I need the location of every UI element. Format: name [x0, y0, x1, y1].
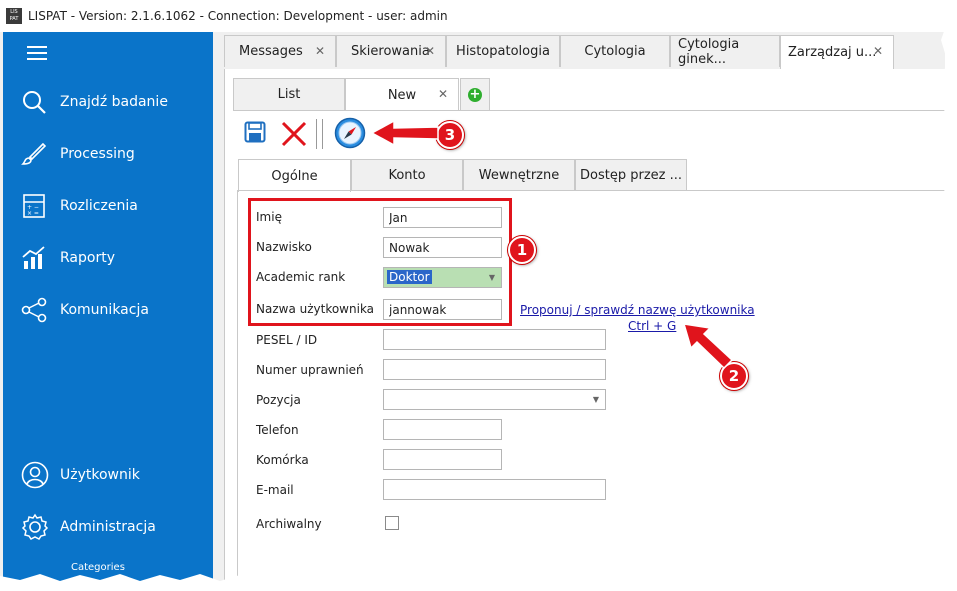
compass-icon[interactable]	[334, 117, 366, 149]
sidebar-item-label: Użytkownik	[60, 467, 140, 483]
tab-new[interactable]: New ✕	[345, 78, 459, 111]
toolbar-separator	[322, 119, 323, 149]
title-bar: LIS PAT LISPAT - Version: 2.1.6.1062 - C…	[0, 0, 945, 32]
close-icon[interactable]: ✕	[315, 44, 325, 58]
pesel-label: PESEL / ID	[256, 333, 318, 347]
sidebar-item-label: Administracja	[60, 519, 156, 535]
tab-messages[interactable]: Messages ✕	[224, 35, 336, 67]
sidebar-item-billing[interactable]: + − × = Rozliczenia	[3, 188, 213, 224]
annotation-badge-3: 3	[436, 121, 464, 149]
sidebar-item-user[interactable]: Użytkownik	[3, 457, 213, 493]
tab-gyn-cytology[interactable]: Cytologia ginek...	[670, 35, 780, 67]
close-icon[interactable]: ✕	[425, 44, 435, 58]
delete-icon[interactable]	[281, 121, 307, 147]
tab-label: Dostęp przez ...	[580, 168, 682, 183]
license-number-label: Numer uprawnień	[256, 363, 364, 377]
suggest-username-shortcut[interactable]: Ctrl + G	[628, 319, 676, 333]
plus-icon: +	[468, 86, 482, 102]
brush-icon	[21, 142, 47, 165]
annotation-arrow-3-icon	[370, 119, 439, 147]
tab-list[interactable]: List	[233, 78, 345, 110]
sidebar-item-processing[interactable]: Processing	[3, 136, 213, 172]
sidebar-item-label: Rozliczenia	[60, 198, 138, 214]
chart-icon	[22, 246, 45, 269]
tab-label: Histopatologia	[456, 44, 550, 59]
annotation-arrow-2-icon	[682, 323, 734, 370]
sidebar-item-communication[interactable]: Komunikacja	[3, 292, 213, 328]
tab-manage-users[interactable]: Zarządzaj u... ✕	[780, 35, 894, 69]
annotation-badge-1: 1	[508, 236, 536, 264]
phone-label: Telefon	[256, 423, 299, 437]
tab-access[interactable]: Dostęp przez ...	[575, 159, 687, 191]
mobile-label: Komórka	[256, 453, 309, 467]
tab-general[interactable]: Ogólne	[238, 159, 351, 192]
position-label: Pozycja	[256, 393, 301, 407]
tab-label: Zarządzaj u...	[788, 45, 877, 60]
sidebar-item-label: Processing	[60, 146, 135, 162]
mobile-input[interactable]	[383, 449, 502, 470]
archived-checkbox[interactable]	[385, 516, 399, 530]
sidebar-item-administration[interactable]: Administracja	[3, 509, 213, 545]
tab-referrals[interactable]: Skierowania ✕	[336, 35, 446, 67]
tab-internal[interactable]: Wewnętrzne	[463, 159, 575, 191]
tab-label: List	[277, 87, 301, 102]
gear-icon	[21, 513, 49, 540]
close-icon[interactable]: ✕	[873, 44, 883, 58]
tab-label: New	[387, 87, 417, 103]
suggest-username-link[interactable]: Proponuj / sprawdź nazwę użytkownika	[520, 303, 755, 317]
calculator-icon: + −× =	[23, 194, 45, 218]
position-select[interactable]: ▼	[383, 389, 606, 410]
torn-edge-bottom	[0, 574, 957, 591]
archived-label: Archiwalny	[256, 517, 322, 531]
phone-input[interactable]	[383, 419, 502, 440]
main-content: List New✕ + Ogólne Konto Wewnętrzne Dos	[224, 69, 945, 583]
search-icon	[23, 91, 46, 114]
window-title: LISPAT - Version: 2.1.6.1062 - Connectio…	[28, 9, 448, 23]
sidebar-item-label: Komunikacja	[60, 302, 149, 318]
sidebar-item-find-study[interactable]: Znajdź badanie	[3, 84, 213, 120]
sidebar-item-reports[interactable]: Raporty	[3, 240, 213, 276]
tab-label: Cytologia ginek...	[678, 36, 740, 67]
pesel-input[interactable]	[383, 329, 606, 350]
tab-cytology[interactable]: Cytologia	[560, 35, 670, 67]
tab-label: Messages	[239, 44, 303, 59]
sidebar: Znajdź badanie Processing + − × = Rozlicz…	[3, 32, 213, 583]
app-logo-text-bottom: PAT	[9, 16, 19, 22]
divider	[233, 110, 945, 111]
svg-text:× =: × =	[27, 210, 39, 217]
email-input[interactable]	[383, 479, 606, 500]
tab-account[interactable]: Konto	[351, 159, 463, 191]
tab-label: Skierowania	[351, 44, 430, 59]
sidebar-item-label: Znajdź badanie	[60, 94, 168, 110]
add-tab-button[interactable]: +	[460, 78, 490, 110]
tab-histopathology[interactable]: Histopatologia	[446, 35, 560, 67]
hamburger-menu-icon[interactable]	[27, 46, 47, 60]
save-icon[interactable]	[244, 121, 266, 143]
torn-edge-right	[941, 0, 957, 591]
app-logo-icon: LIS PAT	[6, 8, 22, 24]
annotation-highlight-box	[248, 198, 512, 326]
user-icon	[21, 461, 49, 489]
share-icon	[21, 297, 47, 323]
sidebar-item-label: Raporty	[60, 250, 115, 266]
close-icon[interactable]: ✕	[438, 87, 448, 101]
tab-label: Wewnętrzne	[478, 168, 560, 183]
email-label: E-mail	[256, 483, 294, 497]
app-logo-text-top: LIS	[10, 9, 18, 15]
tab-label: Ogólne	[271, 168, 318, 184]
tab-label: Konto	[388, 168, 426, 183]
chevron-down-icon[interactable]: ▼	[593, 395, 599, 404]
tab-label: Cytologia	[584, 44, 646, 59]
toolbar-separator	[316, 119, 317, 149]
license-number-input[interactable]	[383, 359, 606, 380]
